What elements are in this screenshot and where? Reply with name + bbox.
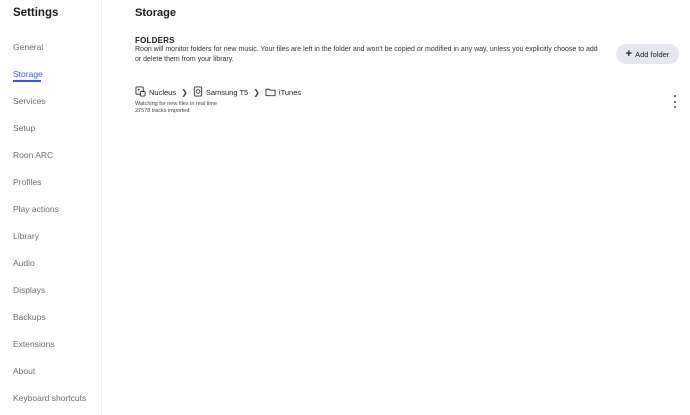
sidebar-item-services[interactable]: Services xyxy=(13,96,46,106)
sidebar-item-library[interactable]: Library xyxy=(13,231,39,241)
chevron-right-icon: ❯ xyxy=(253,88,260,97)
sidebar-item-keyboard-shortcuts[interactable]: Keyboard shortcuts xyxy=(13,393,86,403)
page-title: Storage xyxy=(135,7,176,19)
path-label-nucleus: Nucleus xyxy=(149,88,177,97)
main-content: Storage FOLDERS Roon will monitor folder… xyxy=(103,0,690,415)
folder-track-count: 27578 tracks imported xyxy=(135,108,190,114)
path-segment-samsung-t5[interactable]: Samsung T5 xyxy=(193,86,248,99)
sidebar: Settings General Storage Services Setup … xyxy=(0,0,102,415)
plus-icon: + xyxy=(625,48,633,60)
path-label-itunes: iTunes xyxy=(278,88,302,97)
sidebar-item-setup[interactable]: Setup xyxy=(13,123,35,133)
chevron-right-icon: ❯ xyxy=(181,88,188,97)
sidebar-item-play-actions[interactable]: Play actions xyxy=(13,204,59,214)
network-device-icon xyxy=(135,86,146,99)
path-segment-itunes[interactable]: iTunes xyxy=(265,87,301,99)
sidebar-item-extensions[interactable]: Extensions xyxy=(13,339,55,349)
folder-path-breadcrumb: Nucleus ❯ Samsung T5 ❯ iTunes xyxy=(135,86,301,99)
folders-heading: FOLDERS xyxy=(135,36,175,45)
sidebar-item-displays[interactable]: Displays xyxy=(13,285,45,295)
folder-more-options-icon[interactable] xyxy=(671,95,679,108)
sidebar-item-backups[interactable]: Backups xyxy=(13,312,46,322)
sidebar-item-profiles[interactable]: Profiles xyxy=(13,177,41,187)
sidebar-title: Settings xyxy=(13,7,59,19)
drive-icon xyxy=(193,86,203,99)
active-tab-indicator xyxy=(13,80,41,82)
folders-description: Roon will monitor folders for new music.… xyxy=(135,46,598,63)
sidebar-item-roon-arc[interactable]: Roon ARC xyxy=(13,150,53,160)
sidebar-item-general[interactable]: General xyxy=(13,42,43,52)
sidebar-item-audio[interactable]: Audio xyxy=(13,258,35,268)
folder-watch-status: Watching for new files in real time xyxy=(135,101,218,107)
settings-window: Settings General Storage Services Setup … xyxy=(0,0,690,415)
add-folder-label: Add folder xyxy=(635,49,670,59)
path-label-samsung-t5: Samsung T5 xyxy=(205,88,249,97)
add-folder-button[interactable]: + Add folder xyxy=(616,44,679,64)
sidebar-item-about[interactable]: About xyxy=(13,366,35,376)
path-segment-nucleus[interactable]: Nucleus xyxy=(135,86,176,99)
sidebar-item-storage[interactable]: Storage xyxy=(13,69,43,79)
folder-icon xyxy=(265,87,276,99)
